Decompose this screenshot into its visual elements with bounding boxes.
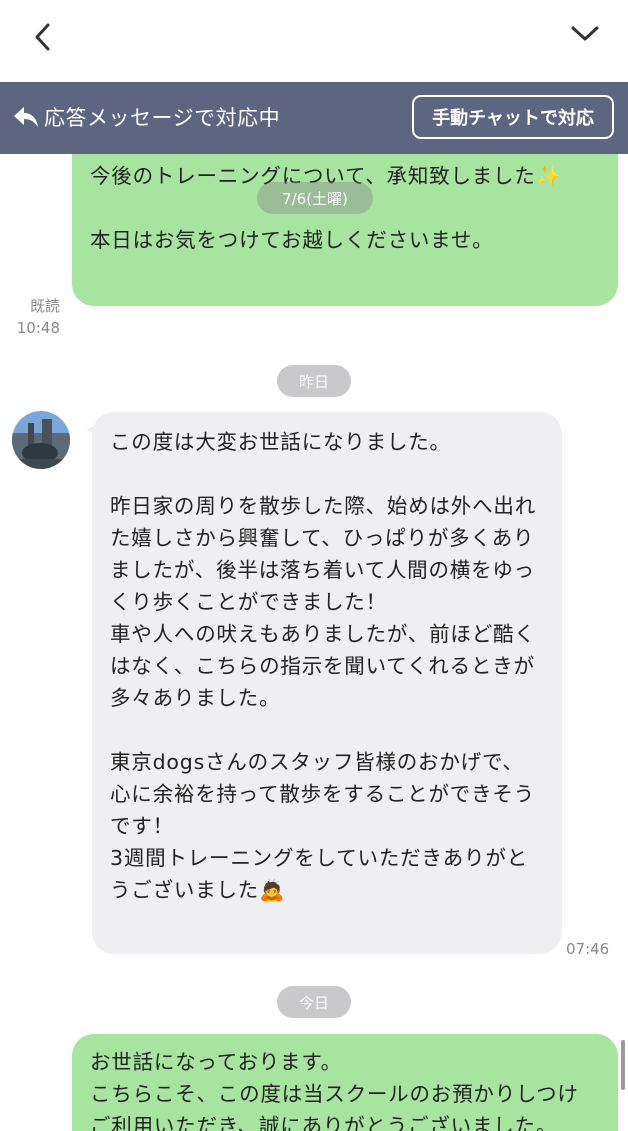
message-time: 10:48 — [16, 319, 60, 337]
avatar-photo — [12, 411, 70, 469]
message-time: 07:46 — [566, 940, 610, 958]
auto-reply-status: 応答メッセージで対応中 — [44, 106, 281, 130]
chat-screen: 応答メッセージで対応中 手動チャットで対応 今後のトレーニングについて、承知致し… — [0, 0, 628, 1131]
avatar[interactable] — [12, 411, 70, 469]
reply-arrow-icon — [14, 107, 38, 127]
chevron-left-icon — [35, 23, 50, 51]
floating-date-label: 7/6(土曜) — [257, 182, 373, 214]
read-receipt: 既読 10:48 — [8, 295, 60, 339]
date-divider-yesterday: 昨日 — [277, 365, 351, 397]
chevron-down-icon — [571, 26, 599, 41]
manual-chat-button[interactable]: 手動チャットで対応 — [412, 95, 614, 139]
date-divider-today: 今日 — [277, 986, 351, 1018]
message-list[interactable]: 今後のトレーニングについて、承知致しました✨ 本日はお気をつけてお越しくださいま… — [0, 154, 628, 1131]
top-navigation-bar — [0, 0, 628, 82]
message-bubble-received[interactable]: この度は大変お世話になりました。 昨日家の周りを散歩した際、始めは外へ出れた嬉し… — [92, 412, 562, 954]
message-bubble-sent[interactable]: お世話になっております。 こちらこそ、この度は当スクールのお預かりしつけご利用い… — [72, 1034, 618, 1131]
read-label: 既読 — [29, 297, 60, 315]
back-button[interactable] — [22, 16, 64, 58]
scrollbar[interactable] — [621, 1040, 625, 1090]
auto-reply-banner: 応答メッセージで対応中 手動チャットで対応 — [0, 82, 628, 154]
message-bubble-sent[interactable]: 今後のトレーニングについて、承知致しました✨ 本日はお気をつけてお越しくださいま… — [72, 154, 618, 306]
collapse-button[interactable] — [564, 12, 606, 54]
